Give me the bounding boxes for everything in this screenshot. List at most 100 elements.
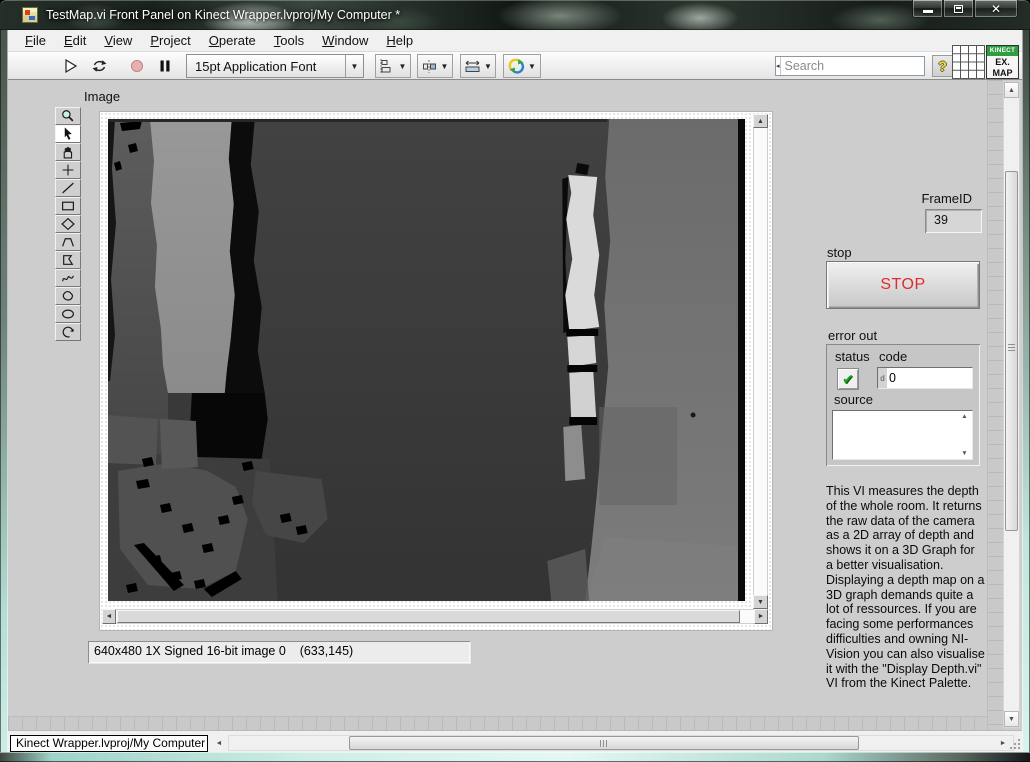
- reorder-caret: ▼: [528, 62, 536, 71]
- error-out-label: error out: [828, 328, 877, 343]
- image-scroll-left-button[interactable]: ◄: [102, 609, 116, 624]
- resize-objects-button[interactable]: ▼: [460, 54, 496, 78]
- titlebar[interactable]: TestMap.vi Front Panel on Kinect Wrapper…: [0, 0, 1030, 30]
- menu-tools[interactable]: Tools: [265, 30, 313, 51]
- menu-window[interactable]: Window: [313, 30, 377, 51]
- search-input[interactable]: [781, 59, 950, 73]
- panel-scroll-down-button[interactable]: ▼: [1004, 711, 1019, 727]
- rectangle-tool-button[interactable]: [55, 197, 81, 215]
- image-horizontal-scrollbar[interactable]: ◄ ►: [102, 609, 768, 624]
- image-scrollbar-thumb[interactable]: [117, 610, 740, 623]
- abort-button[interactable]: [124, 54, 150, 78]
- menu-view[interactable]: View: [95, 30, 141, 51]
- polyline-tool-button[interactable]: [55, 233, 81, 251]
- frameid-indicator[interactable]: 39: [925, 209, 982, 233]
- pause-button[interactable]: [152, 54, 178, 78]
- minimize-button[interactable]: [912, 0, 943, 18]
- oval-tool-button[interactable]: [55, 305, 81, 323]
- font-selector-caret[interactable]: ▼: [345, 55, 363, 77]
- source-field[interactable]: ▲ ▼: [832, 410, 973, 460]
- pan-tool-button[interactable]: [55, 143, 81, 161]
- panel-vscrollbar-thumb[interactable]: [1005, 171, 1018, 531]
- rectangle-icon: [59, 199, 77, 213]
- menu-project[interactable]: Project: [141, 30, 199, 51]
- down-arrow-icon: ▼: [1008, 716, 1015, 723]
- menu-operate[interactable]: Operate: [200, 30, 265, 51]
- freehand-region-tool-button[interactable]: [55, 287, 81, 305]
- help-button[interactable]: ?: [932, 55, 953, 77]
- image-scroll-down-button[interactable]: ▼: [753, 595, 768, 609]
- resize-caret: ▼: [484, 62, 492, 71]
- vi-icon-line1: EX.: [995, 57, 1010, 67]
- radix-indicator[interactable]: d: [878, 368, 887, 388]
- vi-icon-kinect[interactable]: KINECT EX.MAP: [986, 45, 1019, 79]
- panel-bottom-grid-strip: [8, 716, 988, 730]
- reorder-icon: [508, 58, 525, 74]
- close-button[interactable]: ✕: [974, 0, 1018, 18]
- panel-scroll-up-button[interactable]: ▲: [1004, 82, 1019, 98]
- distribute-objects-button[interactable]: ▼: [417, 54, 453, 78]
- search-box[interactable]: ◂: [775, 56, 925, 76]
- connector-pane-icon[interactable]: [952, 45, 985, 79]
- image-scroll-up-button[interactable]: ▲: [753, 114, 768, 128]
- crosshair-icon: [59, 163, 77, 177]
- code-field[interactable]: d 0: [877, 367, 973, 389]
- font-selector[interactable]: 15pt Application Font ▼: [186, 54, 364, 78]
- source-scroll-down-icon[interactable]: ▼: [961, 450, 967, 457]
- source-label: source: [834, 392, 873, 407]
- annulus-tool-button[interactable]: [55, 323, 81, 341]
- menu-edit[interactable]: Edit: [55, 30, 95, 51]
- distribute-objects-icon: [422, 59, 438, 74]
- panel-horizontal-scrollbar[interactable]: [228, 735, 1014, 751]
- polygon-tool-button[interactable]: [55, 251, 81, 269]
- menu-file[interactable]: File: [16, 30, 55, 51]
- error-out-cluster: status ✔ code d 0 source ▲ ▼: [826, 344, 980, 466]
- run-arrow-icon: [63, 58, 79, 74]
- stop-button[interactable]: STOP: [826, 261, 980, 309]
- left-arrow-icon: ◄: [106, 613, 113, 620]
- window-border-bottom: [0, 752, 1030, 762]
- window-resize-grip[interactable]: [1008, 737, 1020, 749]
- status-boolean-indicator[interactable]: ✔: [837, 368, 859, 390]
- panel-vertical-scrollbar[interactable]: ▲ ▼: [1003, 81, 1020, 728]
- source-scroll-up-icon[interactable]: ▲: [961, 413, 967, 420]
- labview-front-panel-window: TestMap.vi Front Panel on Kinect Wrapper…: [0, 0, 1030, 762]
- freehand-line-icon: [59, 271, 77, 285]
- menu-bar: File Edit View Project Operate Tools Win…: [8, 30, 1022, 52]
- run-continuous-button[interactable]: [86, 54, 112, 78]
- point-tool-button[interactable]: [55, 161, 81, 179]
- execution-target-tab[interactable]: Kinect Wrapper.lvproj/My Computer: [10, 735, 208, 752]
- image-scroll-right-button[interactable]: ►: [754, 609, 768, 624]
- align-objects-button[interactable]: ▼: [375, 54, 411, 78]
- freehand-region-icon: [59, 289, 77, 303]
- cursor-arrow-icon: [59, 127, 77, 141]
- run-button[interactable]: [58, 54, 84, 78]
- code-label: code: [879, 349, 907, 364]
- reorder-button[interactable]: ▼: [503, 54, 541, 78]
- magnifier-tool-button[interactable]: [55, 107, 81, 125]
- line-icon: [59, 181, 77, 195]
- vi-icon-header: KINECT: [987, 46, 1018, 56]
- status-label: status: [835, 349, 870, 364]
- line-tool-button[interactable]: [55, 179, 81, 197]
- oval-icon: [59, 307, 77, 321]
- align-caret: ▼: [399, 62, 407, 71]
- bottom-bar: Kinect Wrapper.lvproj/My Computer ◄ ►: [8, 730, 1022, 752]
- panel-hscrollbar-thumb[interactable]: [349, 736, 859, 750]
- vi-description-text: This VI measures the depth of the whole …: [826, 484, 1014, 691]
- panel-scroll-left-button[interactable]: ◄: [212, 736, 226, 751]
- align-objects-icon: [380, 59, 396, 74]
- rotated-rectangle-tool-button[interactable]: [55, 215, 81, 233]
- down-arrow-icon: ▼: [757, 599, 764, 606]
- image-display[interactable]: ▲ ▼ ◄ ►: [100, 112, 772, 630]
- image-vertical-scrollbar[interactable]: ▲ ▼: [753, 114, 768, 609]
- depth-map-image[interactable]: [108, 119, 745, 601]
- cursor-tool-button[interactable]: [55, 125, 81, 143]
- restore-button[interactable]: [943, 0, 974, 18]
- menu-help[interactable]: Help: [377, 30, 422, 51]
- freehand-line-tool-button[interactable]: [55, 269, 81, 287]
- checkmark-icon: ✔: [842, 371, 854, 388]
- right-arrow-icon: ►: [1000, 740, 1007, 747]
- image-tool-palette: [55, 107, 81, 341]
- window-controls: ✕: [912, 0, 1018, 18]
